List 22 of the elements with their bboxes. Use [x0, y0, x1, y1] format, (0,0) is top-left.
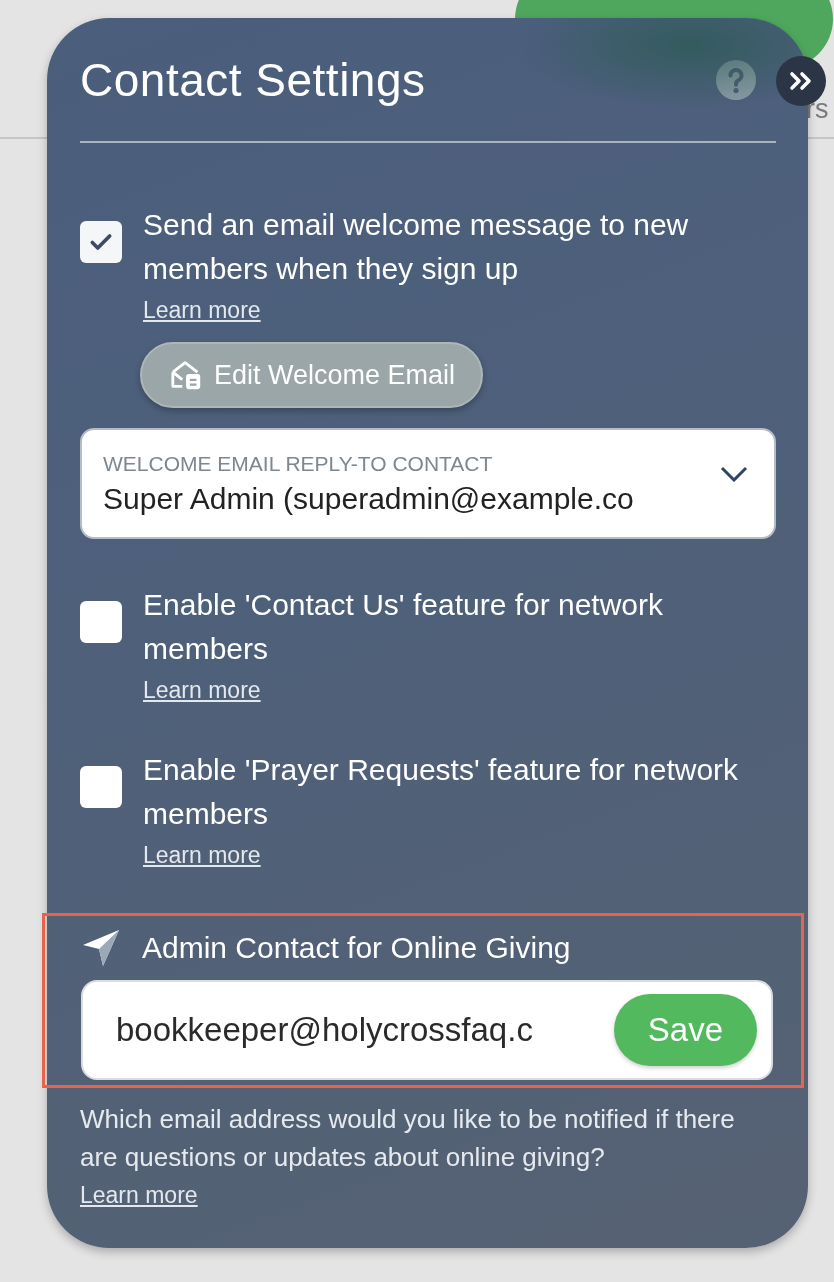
- panel-title: Contact Settings: [80, 53, 426, 107]
- select-value: Super Admin (superadmin@example.co: [103, 481, 635, 516]
- background-label: rs: [806, 94, 829, 125]
- checkbox[interactable]: [80, 766, 122, 808]
- help-text: Which email address would you like to be notified if there are questions or updates about online giving?: [80, 1103, 736, 1174]
- section-title: Admin Contact for Online Giving: [142, 931, 571, 965]
- send-icon: [81, 928, 121, 968]
- learn-more-link[interactable]: Learn more: [143, 297, 261, 324]
- learn-more-link[interactable]: Learn more: [80, 1182, 198, 1209]
- help-icon[interactable]: [716, 60, 756, 100]
- email-field[interactable]: bookkeeper@holycrossfaq.c Save: [81, 980, 773, 1080]
- option-label: Enable 'Contact Us' feature for network members: [143, 587, 665, 667]
- select-label: WELCOME EMAIL REPLY-TO CONTACT: [103, 451, 494, 476]
- learn-more-link[interactable]: Learn more: [143, 842, 261, 869]
- reply-to-select[interactable]: WELCOME EMAIL REPLY-TO CONTACT Super Admin (superadmin@example.co: [80, 428, 776, 539]
- learn-more-link[interactable]: Learn more: [143, 677, 261, 704]
- checkbox[interactable]: [80, 221, 122, 263]
- option-label: Send an email welcome message to new members when they sign up: [143, 207, 690, 287]
- option-label: Enable 'Prayer Requests' feature for network members: [143, 752, 740, 832]
- checkbox[interactable]: [80, 601, 122, 643]
- chevron-down-icon: [720, 465, 748, 482]
- double-chevron-icon: [789, 71, 813, 91]
